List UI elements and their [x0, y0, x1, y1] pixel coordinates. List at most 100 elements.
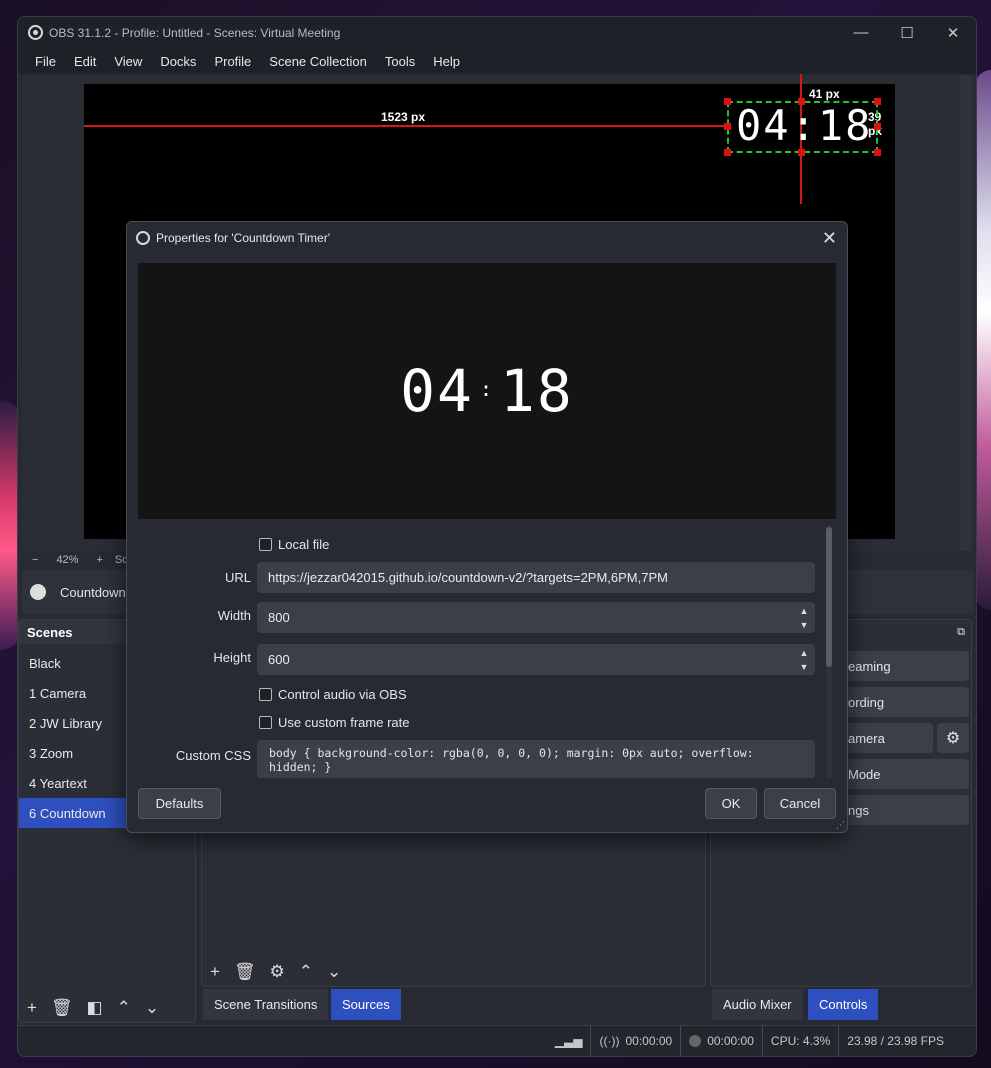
control-audio-label: Control audio via OBS [278, 687, 407, 702]
add-icon[interactable]: + [210, 962, 220, 982]
dialog-title-bar: Properties for 'Countdown Timer' [127, 222, 847, 253]
menu-help[interactable]: Help [424, 54, 469, 69]
menu-tools[interactable]: Tools [376, 54, 424, 69]
width-input[interactable]: 800 ▲ ▼ [257, 602, 815, 633]
resize-handle-tr[interactable] [874, 98, 881, 105]
defaults-button[interactable]: Defaults [138, 788, 221, 819]
trash-icon[interactable]: 🗑 [234, 962, 256, 982]
menu-view[interactable]: View [105, 54, 151, 69]
gear-icon[interactable]: ⚙ [270, 962, 285, 982]
stream-status: ((·)) 00:00:00 [590, 1026, 680, 1056]
source-name: Countdown [60, 584, 126, 600]
move-down-icon[interactable]: ⌄ [327, 962, 341, 982]
tab-audio-mixer[interactable]: Audio Mixer [712, 989, 803, 1020]
close-button[interactable]: ✕ [930, 17, 976, 48]
chevron-down-icon[interactable]: ▼ [800, 660, 809, 674]
menu-docks[interactable]: Docks [151, 54, 205, 69]
zoom-level: 42% [56, 553, 79, 566]
studio-mode-button[interactable]: Mode [836, 759, 969, 789]
fps-readout: 23.98 / 23.98 FPS [838, 1026, 976, 1056]
resize-handle-tl[interactable] [724, 98, 731, 105]
zoom-in-button[interactable]: + [96, 554, 102, 566]
float-dock-icon[interactable]: ⧉ [957, 626, 965, 639]
ok-button[interactable]: OK [705, 788, 757, 819]
tab-sources[interactable]: Sources [331, 989, 401, 1020]
tab-controls[interactable]: Controls [808, 989, 879, 1020]
menu-file[interactable]: File [26, 54, 65, 69]
url-label: URL [224, 570, 251, 585]
height-stepper[interactable]: ▲ ▼ [793, 644, 815, 675]
width-value: 800 [268, 610, 290, 625]
globe-icon [30, 584, 46, 600]
sources-toolbar: + 🗑 ⚙ ⌃ ⌄ [202, 958, 705, 986]
local-file-label: Local file [278, 537, 330, 552]
wallpaper-right [975, 70, 991, 610]
trash-icon[interactable]: 🗑 [51, 998, 73, 1018]
measure-line-left [84, 125, 724, 127]
dialog-title: Properties for 'Countdown Timer' [156, 230, 330, 245]
measure-top-label: 41 px [809, 87, 840, 101]
menu-edit[interactable]: Edit [65, 54, 105, 69]
cancel-button[interactable]: Cancel [764, 788, 836, 819]
record-status: 00:00:00 [680, 1026, 762, 1056]
stream-time: 00:00:00 [625, 1034, 673, 1048]
control-audio-checkbox[interactable] [259, 688, 272, 701]
timer-seconds: 18 [500, 357, 574, 425]
custom-css-input[interactable]: body { background-color: rgba(0, 0, 0, 0… [257, 740, 815, 778]
window-title: OBS 31.1.2 - Profile: Untitled - Scenes:… [49, 25, 341, 40]
start-recording-button[interactable]: ording [836, 687, 969, 717]
dialog-scrollbar[interactable] [826, 525, 832, 779]
record-time: 00:00:00 [707, 1034, 754, 1048]
tab-scene-transitions[interactable]: Scene Transitions [203, 989, 329, 1020]
resize-handle-br[interactable] [874, 149, 881, 156]
filter-icon[interactable]: ◧ [87, 998, 103, 1018]
settings-button[interactable]: ngs [836, 795, 969, 825]
canvas-timer-text: 04:18 [736, 101, 873, 150]
menu-scene-collection[interactable]: Scene Collection [260, 54, 376, 69]
url-input[interactable]: https://jezzar042015.github.io/countdown… [257, 562, 815, 593]
custom-css-label: Custom CSS [175, 748, 251, 763]
custom-fps-checkbox[interactable] [259, 716, 272, 729]
virtual-camera-button[interactable]: amera [836, 723, 933, 753]
properties-dialog: Properties for 'Countdown Timer' ✕ 04:18… [126, 221, 848, 833]
custom-fps-label: Use custom frame rate [278, 715, 410, 730]
preview-timer: 04:18 [400, 357, 574, 425]
resize-handle-l[interactable] [724, 123, 731, 130]
menu-bar: File Edit View Docks Profile Scene Colle… [18, 48, 976, 74]
maximize-button[interactable]: ☐ [884, 17, 930, 48]
cpu-usage: CPU: 4.3% [761, 1026, 838, 1056]
height-input[interactable]: 600 ▲ ▼ [257, 644, 815, 675]
timer-colon: : [479, 376, 495, 401]
close-icon[interactable]: ✕ [822, 228, 837, 249]
network-icon: ▁▃▅ [554, 1034, 583, 1048]
resize-handle-bl[interactable] [724, 149, 731, 156]
obs-logo-icon [136, 230, 150, 245]
local-file-checkbox[interactable] [259, 538, 272, 551]
minimize-button[interactable]: — [838, 17, 884, 48]
resize-handle-b[interactable] [798, 149, 805, 156]
width-stepper[interactable]: ▲ ▼ [793, 602, 815, 633]
timer-minutes: 04 [400, 357, 474, 425]
move-up-icon[interactable]: ⌃ [117, 998, 131, 1018]
menu-profile[interactable]: Profile [205, 54, 260, 69]
scrollbar-thumb[interactable] [826, 527, 832, 667]
preview-scrollbar[interactable] [960, 75, 972, 551]
add-icon[interactable]: + [27, 998, 37, 1018]
scenes-toolbar: + 🗑 ◧ ⌃ ⌄ [19, 994, 195, 1022]
obs-logo-icon [28, 25, 43, 40]
resize-grip-icon[interactable]: ⋰ [836, 820, 845, 831]
width-label: Width [217, 608, 251, 623]
chevron-up-icon[interactable]: ▲ [800, 604, 809, 618]
zoom-out-button[interactable]: − [32, 554, 38, 566]
move-down-icon[interactable]: ⌄ [145, 998, 159, 1018]
title-bar: OBS 31.1.2 - Profile: Untitled - Scenes:… [18, 17, 976, 48]
chevron-down-icon[interactable]: ▼ [800, 618, 809, 632]
resize-handle-r[interactable] [874, 123, 881, 130]
start-streaming-button[interactable]: eaming [836, 651, 969, 681]
height-value: 600 [268, 652, 290, 667]
chevron-up-icon[interactable]: ▲ [800, 646, 809, 660]
measure-left-label: 1523 px [381, 110, 426, 124]
move-up-icon[interactable]: ⌃ [299, 962, 313, 982]
gear-icon[interactable]: ⚙ [937, 723, 969, 753]
record-icon [689, 1035, 702, 1047]
